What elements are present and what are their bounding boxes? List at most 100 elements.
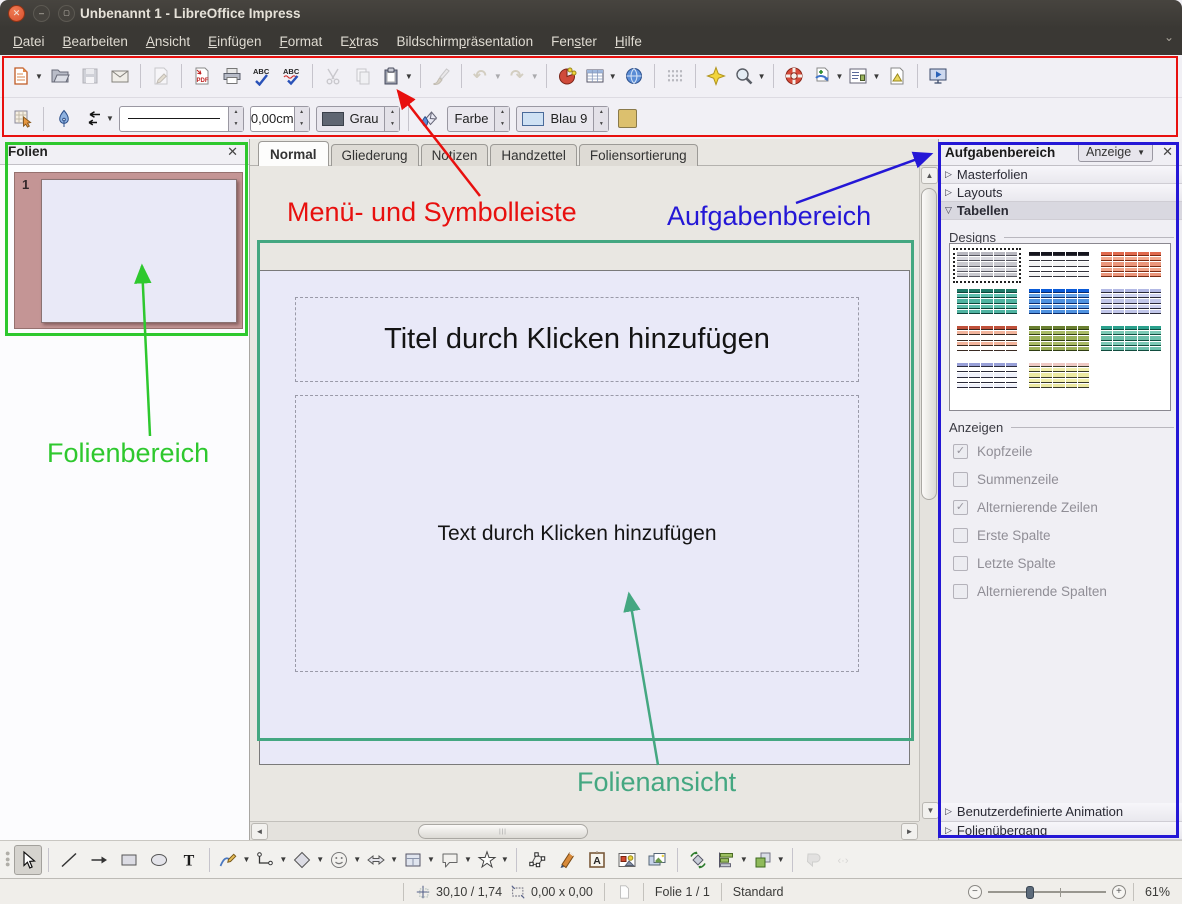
edit-points-button[interactable] — [523, 845, 551, 875]
window-close-icon[interactable]: ✕ — [8, 5, 25, 22]
new-document-button[interactable]: ▼ — [9, 61, 44, 91]
symbol-shapes-button[interactable]: ▼ — [327, 845, 362, 875]
scroll-left-icon[interactable]: ◄ — [251, 823, 268, 840]
callouts-button[interactable]: ▼ — [438, 845, 473, 875]
zoom-in-icon[interactable]: + — [1112, 885, 1126, 899]
paste-button[interactable]: ▼ — [379, 61, 414, 91]
alignment-button[interactable]: ▼ — [714, 845, 749, 875]
dropdown-arrow-icon[interactable]: ▼ — [501, 855, 509, 864]
section-benutzerdefinierte-animation[interactable]: ▷Benutzerdefinierte Animation — [939, 803, 1182, 822]
select-button[interactable] — [14, 845, 42, 875]
table-design-teal[interactable] — [956, 288, 1018, 317]
dropdown-arrow-icon[interactable]: ▼ — [758, 72, 766, 81]
section-tabellen[interactable]: ▽Tabellen — [939, 202, 1182, 220]
line-ends-arrow-button[interactable] — [85, 845, 113, 875]
slides-panel-close-icon[interactable]: ✕ — [224, 144, 241, 160]
title-placeholder[interactable]: Titel durch Klicken hinzufügen — [295, 297, 859, 382]
dropdown-arrow-icon[interactable]: ▼ — [405, 72, 413, 81]
table-design-salmon-white[interactable] — [956, 325, 1018, 354]
tab-gliederung[interactable]: Gliederung — [331, 144, 419, 166]
insert-image-button[interactable] — [613, 845, 641, 875]
table-design-olive[interactable] — [1028, 325, 1090, 354]
zoom-slider[interactable] — [988, 885, 1106, 899]
tab-handzettel[interactable]: Handzettel — [490, 144, 577, 166]
menu-datei[interactable]: Datei — [4, 30, 54, 53]
table-design-orange[interactable] — [1100, 251, 1162, 280]
line-style-select[interactable]: ▲▼ — [119, 106, 244, 132]
basic-shapes-button[interactable]: ▼ — [290, 845, 325, 875]
menu-extras[interactable]: Extras — [331, 30, 387, 53]
dropdown-arrow-icon[interactable]: ▼ — [609, 72, 617, 81]
toolbar-grip[interactable]: ●●● — [5, 851, 10, 867]
task-panel-view-button[interactable]: Anzeige▼ — [1078, 142, 1153, 162]
navigator-button[interactable] — [702, 61, 730, 91]
print-button[interactable] — [218, 61, 246, 91]
tab-normal[interactable]: Normal — [258, 141, 329, 166]
dropdown-arrow-icon[interactable]: ▼ — [106, 114, 114, 123]
menu-bearbeiten[interactable]: Bearbeiten — [54, 30, 137, 53]
scroll-up-icon[interactable]: ▲ — [921, 167, 938, 184]
table-design-black-white[interactable] — [1028, 251, 1090, 280]
dropdown-arrow-icon[interactable]: ▼ — [836, 72, 844, 81]
slide-canvas[interactable]: Titel durch Klicken hinzufügen Text durc… — [259, 270, 910, 765]
table-design-periwinkle[interactable] — [1100, 288, 1162, 317]
insert-chart-button[interactable] — [553, 61, 581, 91]
table-design-seagreen[interactable] — [1100, 325, 1162, 354]
line-width-input[interactable]: 0,00cm▲▼ — [250, 106, 310, 132]
fill-type-select[interactable]: Farbe▲▼ — [447, 106, 510, 132]
insert-table-button[interactable]: ▼ — [583, 61, 618, 91]
auto-spellcheck-button[interactable]: ABC — [278, 61, 306, 91]
insert-line-button[interactable] — [55, 845, 83, 875]
dropdown-arrow-icon[interactable]: ▼ — [464, 855, 472, 864]
new-slide-button[interactable]: ▼ — [810, 61, 845, 91]
menu-bildschirmprsentation[interactable]: Bildschirmpräsentation — [388, 30, 543, 53]
section-layouts[interactable]: ▷Layouts — [939, 184, 1182, 202]
slide-master-button[interactable] — [883, 61, 911, 91]
gallery-button[interactable] — [643, 845, 671, 875]
table-design-cream-yellow[interactable] — [1028, 362, 1090, 391]
dropdown-arrow-icon[interactable]: ▼ — [494, 72, 502, 81]
dropdown-arrow-icon[interactable]: ▼ — [872, 72, 880, 81]
dropdown-arrow-icon[interactable]: ▼ — [531, 72, 539, 81]
spellcheck-button[interactable]: ABC — [248, 61, 276, 91]
slide-thumbnail[interactable]: 1 — [14, 172, 243, 329]
export-pdf-button[interactable]: PDF — [188, 61, 216, 91]
curve-button[interactable]: ▼ — [216, 845, 251, 875]
rotate-button[interactable] — [684, 845, 712, 875]
tab-notizen[interactable]: Notizen — [421, 144, 489, 166]
line-color-select[interactable]: Grau▲▼ — [316, 106, 401, 132]
open-button[interactable] — [46, 61, 74, 91]
help-button[interactable] — [780, 61, 808, 91]
block-arrows-button[interactable]: ▼ — [364, 845, 399, 875]
arrow-style-button[interactable]: ▼ — [80, 104, 115, 134]
zoom-slider-handle[interactable] — [1026, 886, 1034, 899]
dropdown-arrow-icon[interactable]: ▼ — [279, 855, 287, 864]
fontwork-button[interactable]: A — [583, 845, 611, 875]
dropdown-arrow-icon[interactable]: ▼ — [242, 855, 250, 864]
text-placeholder[interactable]: Text durch Klicken hinzufügen — [295, 395, 859, 672]
dropdown-arrow-icon[interactable]: ▼ — [740, 855, 748, 864]
menu-hilfe[interactable]: Hilfe — [606, 30, 651, 53]
table-design-periwinkle-white[interactable] — [956, 362, 1018, 391]
stars-button[interactable]: ▼ — [475, 845, 510, 875]
window-minimize-icon[interactable]: – — [33, 5, 50, 22]
text-box-button[interactable]: T — [175, 845, 203, 875]
line-dialog-button[interactable] — [50, 104, 78, 134]
table-design-blue[interactable] — [1028, 288, 1090, 317]
ellipse-button[interactable] — [145, 845, 173, 875]
section-folienübergang[interactable]: ▷Folienübergang — [939, 822, 1182, 841]
scroll-right-icon[interactable]: ► — [901, 823, 918, 840]
horizontal-scroll-thumb[interactable]: ||| — [418, 824, 588, 839]
vertical-scroll-thumb[interactable] — [921, 188, 937, 500]
slide-layout-button[interactable]: ▼ — [846, 61, 881, 91]
window-maximize-icon[interactable]: ▢ — [58, 5, 75, 22]
section-masterfolien[interactable]: ▷Masterfolien — [939, 166, 1182, 184]
connector-button[interactable]: ▼ — [253, 845, 288, 875]
menu-einfgen[interactable]: Einfügen — [199, 30, 270, 53]
scroll-down-icon[interactable]: ▼ — [922, 802, 939, 819]
dropdown-arrow-icon[interactable]: ▼ — [777, 855, 785, 864]
vertical-scrollbar[interactable]: ▲ ▼ — [919, 166, 938, 821]
edit-points-mode-button[interactable] — [9, 104, 37, 134]
dropdown-arrow-icon[interactable]: ▼ — [427, 855, 435, 864]
flowchart-button[interactable]: ▼ — [401, 845, 436, 875]
